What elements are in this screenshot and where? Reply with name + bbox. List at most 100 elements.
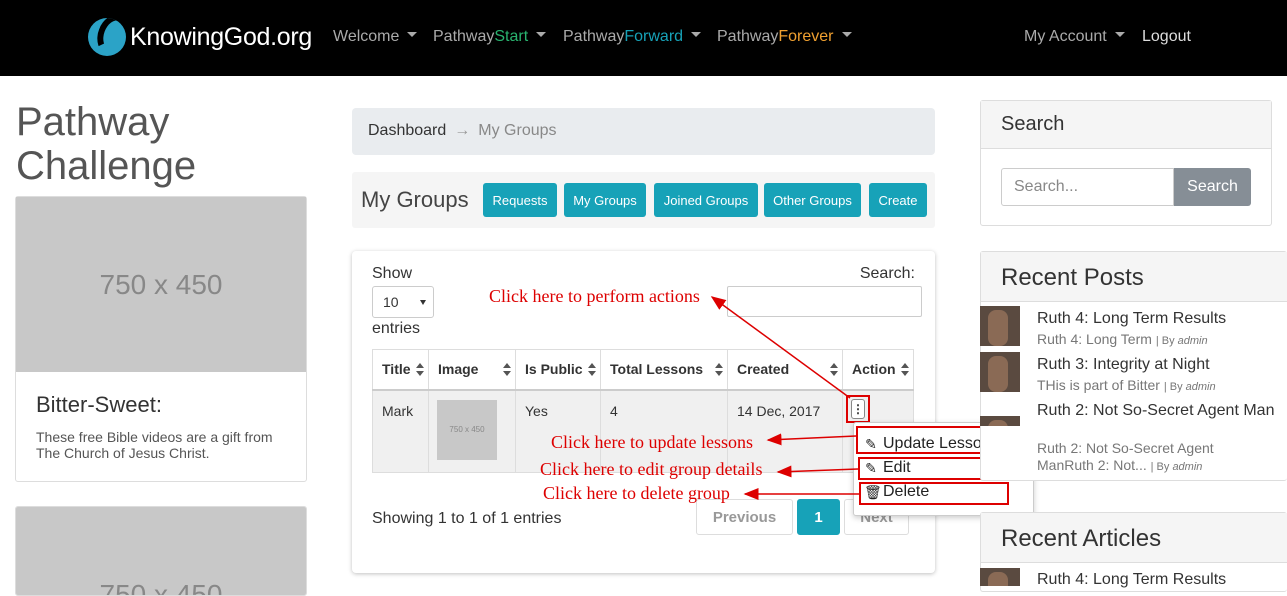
- sidebar-search-title: Search: [981, 101, 1271, 149]
- annotation-edit: Click here to edit group details: [540, 459, 763, 479]
- sidebar-search-button[interactable]: Search: [1174, 168, 1251, 206]
- nav-label: Pathway: [563, 28, 625, 45]
- sort-icon: [901, 363, 909, 377]
- groups-title: My Groups: [361, 187, 469, 212]
- video-card-2[interactable]: 750 x 450: [15, 506, 307, 596]
- sort-icon: [715, 363, 723, 377]
- nav-welcome-label: Welcome: [333, 28, 400, 45]
- nav-account-label: My Account: [1024, 28, 1107, 45]
- nav-label-start: Start: [494, 28, 529, 45]
- chevron-down-icon: [841, 32, 852, 38]
- post-author: admin: [1172, 461, 1203, 473]
- joined-groups-button[interactable]: Joined Groups: [654, 183, 758, 217]
- nav-pathway-start[interactable]: PathwayStart: [433, 28, 547, 46]
- recent-articles-title: Recent Articles: [981, 513, 1287, 563]
- create-button[interactable]: Create: [869, 183, 927, 217]
- col-created-label: Created: [737, 361, 790, 378]
- col-action[interactable]: Action: [842, 349, 914, 391]
- table-search-label: Search:: [859, 265, 915, 282]
- sidebar-search-card: Search: [980, 100, 1272, 226]
- sort-icon: [416, 363, 424, 377]
- page-title-line1: Pathway: [16, 100, 170, 144]
- groups-toolbar: My Groups Requests My Groups Joined Grou…: [352, 172, 935, 228]
- col-is-public[interactable]: Is Public: [515, 349, 601, 391]
- article-thumbnail[interactable]: [980, 568, 1020, 586]
- post-excerpt-text: Ruth 4: Long Term: [1037, 331, 1152, 347]
- group-thumbnail: 750 x 450: [437, 399, 497, 460]
- nav-logout[interactable]: Logout: [1142, 28, 1191, 46]
- sort-icon: [588, 363, 596, 377]
- nav-label: Pathway: [717, 28, 779, 45]
- entries-label: entries: [372, 320, 421, 337]
- annotation-delete: Click here to delete group: [543, 483, 730, 503]
- post-excerpt-text: THis is part of Bitter: [1037, 377, 1160, 393]
- post-by: | By: [1163, 381, 1183, 393]
- previous-button[interactable]: Previous: [696, 499, 793, 535]
- breadcrumb-separator: →: [454, 122, 471, 139]
- placeholder-2-label: 750 x 450: [99, 579, 223, 596]
- video-placeholder-image-2: 750 x 450: [16, 507, 306, 596]
- card-text: These free Bible videos are a gift from …: [36, 429, 273, 461]
- page-1-button[interactable]: 1: [797, 499, 840, 535]
- breadcrumb: Dashboard → My Groups: [352, 108, 935, 155]
- col-image-label: Image: [438, 361, 479, 378]
- post-excerpt: Ruth 2: Not So-Secret Agent ManRuth 2: N…: [1037, 440, 1237, 476]
- sidebar-search-input[interactable]: Search...: [1001, 168, 1174, 206]
- nav-label-forever: Forever: [778, 28, 834, 45]
- post-title[interactable]: Ruth 2: Not So-Secret Agent Man: [1037, 402, 1277, 419]
- nav-pathway-forward[interactable]: PathwayForward: [563, 28, 702, 46]
- col-image[interactable]: Image: [428, 349, 516, 391]
- chevron-down-icon: [1114, 32, 1125, 38]
- post-excerpt: Ruth 4: Long Term | By admin: [1037, 331, 1277, 350]
- post-by: | By: [1155, 335, 1175, 347]
- pagination-info: Showing 1 to 1 of 1 entries: [372, 510, 562, 527]
- table-header-row: Title Image Is Public Total Lessons Crea…: [372, 349, 914, 391]
- col-is-public-label: Is Public: [525, 361, 583, 378]
- post-thumbnail[interactable]: [980, 416, 1020, 426]
- sort-icon: [503, 363, 511, 377]
- breadcrumb-current: My Groups: [478, 122, 557, 139]
- cell-image: 750 x 450: [428, 389, 516, 473]
- annotation-actions: Click here to perform actions: [489, 286, 700, 306]
- groups-table: Title Image Is Public Total Lessons Crea…: [372, 349, 914, 473]
- sort-icon: [830, 363, 838, 377]
- post-title[interactable]: Ruth 4: Long Term Results: [1037, 310, 1277, 327]
- post-thumbnail[interactable]: [980, 306, 1020, 346]
- annotation-update: Click here to update lessons: [551, 432, 753, 452]
- post-by: | By: [1150, 461, 1170, 473]
- chevron-down-icon: [691, 32, 702, 38]
- col-title[interactable]: Title: [372, 349, 429, 391]
- show-label: Show: [372, 265, 413, 282]
- page-title-line2: Challenge: [16, 144, 197, 188]
- cell-title: Mark: [372, 389, 429, 473]
- page-title: Pathway Challenge: [16, 100, 196, 188]
- nav-welcome[interactable]: Welcome: [333, 28, 418, 46]
- chevron-down-icon: [536, 32, 547, 38]
- nav-pathway-forever[interactable]: PathwayForever: [717, 28, 852, 46]
- entries-select[interactable]: 10: [372, 286, 434, 318]
- table-search-input[interactable]: [727, 286, 922, 317]
- logo-text: KnowingGod.org: [130, 22, 313, 51]
- site-logo[interactable]: KnowingGod.org: [88, 18, 312, 56]
- card-title: Bitter-Sweet:: [36, 392, 162, 417]
- nav-my-account[interactable]: My Account: [1024, 28, 1125, 46]
- logo-icon: [88, 18, 126, 56]
- post-author: admin: [1185, 381, 1216, 393]
- requests-button[interactable]: Requests: [483, 183, 557, 217]
- article-title[interactable]: Ruth 4: Long Term Results: [1037, 571, 1277, 588]
- annotation-highlight-action: [846, 395, 870, 423]
- video-placeholder-image: 750 x 450: [16, 197, 306, 372]
- post-title[interactable]: Ruth 3: Integrity at Night: [1037, 356, 1277, 373]
- video-card[interactable]: 750 x 450 Bitter-Sweet: These free Bible…: [15, 196, 307, 482]
- post-thumbnail[interactable]: [980, 352, 1020, 392]
- col-created[interactable]: Created: [727, 349, 843, 391]
- recent-posts-title: Recent Posts: [981, 252, 1287, 302]
- col-title-label: Title: [382, 361, 411, 378]
- col-action-label: Action: [852, 361, 896, 378]
- nav-label: Pathway: [433, 28, 495, 45]
- col-total-lessons[interactable]: Total Lessons: [600, 349, 728, 391]
- annotation-highlight-delete: [859, 482, 1009, 505]
- my-groups-button[interactable]: My Groups: [564, 183, 646, 217]
- breadcrumb-dashboard[interactable]: Dashboard: [368, 122, 446, 139]
- other-groups-button[interactable]: Other Groups: [764, 183, 861, 217]
